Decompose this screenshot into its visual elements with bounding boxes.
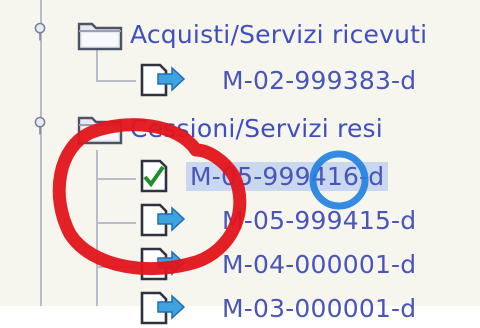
tree-item[interactable]: M-05-999415-d: [136, 200, 416, 240]
document-arrow-icon: [140, 291, 186, 325]
folder-icon: [77, 116, 123, 145]
tree-item-label: M-05-999415-d: [222, 205, 417, 235]
tree-connector: [96, 266, 136, 268]
tree-item[interactable]: M-04-000001-d: [136, 244, 416, 284]
document-arrow-icon: [140, 203, 186, 237]
tree-connector: [96, 80, 136, 82]
tree-item-label: M-03-000001-d: [222, 293, 417, 323]
tree-item-label: M-05-999416-d: [186, 161, 389, 191]
tree-folder-label: Cessioni/Servizi resi: [130, 113, 383, 143]
tree-connector: [96, 50, 98, 80]
tree-item[interactable]: M-02-999383-d: [136, 60, 416, 100]
tree-item[interactable]: M-03-000001-d: [136, 288, 416, 328]
expand-toggle-icon[interactable]: [30, 116, 50, 136]
tree-connector: [40, 0, 42, 306]
folder-icon: [77, 22, 123, 51]
tree-folder-label: Acquisti/Servizi ricevuti: [130, 19, 428, 49]
tree-item-selected[interactable]: M-05-999416-d: [136, 156, 389, 196]
tree-item-label: M-02-999383-d: [222, 65, 417, 95]
tree-folder-acquisti[interactable]: Acquisti/Servizi ricevuti: [76, 14, 427, 54]
file-tree: Acquisti/Servizi ricevuti M-02-999383-d …: [0, 0, 480, 325]
expand-toggle-icon[interactable]: [30, 22, 50, 42]
document-arrow-icon: [140, 247, 186, 281]
tree-connector: [96, 222, 136, 224]
document-arrow-icon: [140, 63, 186, 97]
document-checked-icon: [140, 159, 168, 193]
tree-item-label: M-04-000001-d: [222, 249, 417, 279]
tree-connector: [96, 150, 98, 306]
tree-folder-cessioni[interactable]: Cessioni/Servizi resi: [76, 108, 383, 148]
tree-connector: [96, 178, 136, 180]
